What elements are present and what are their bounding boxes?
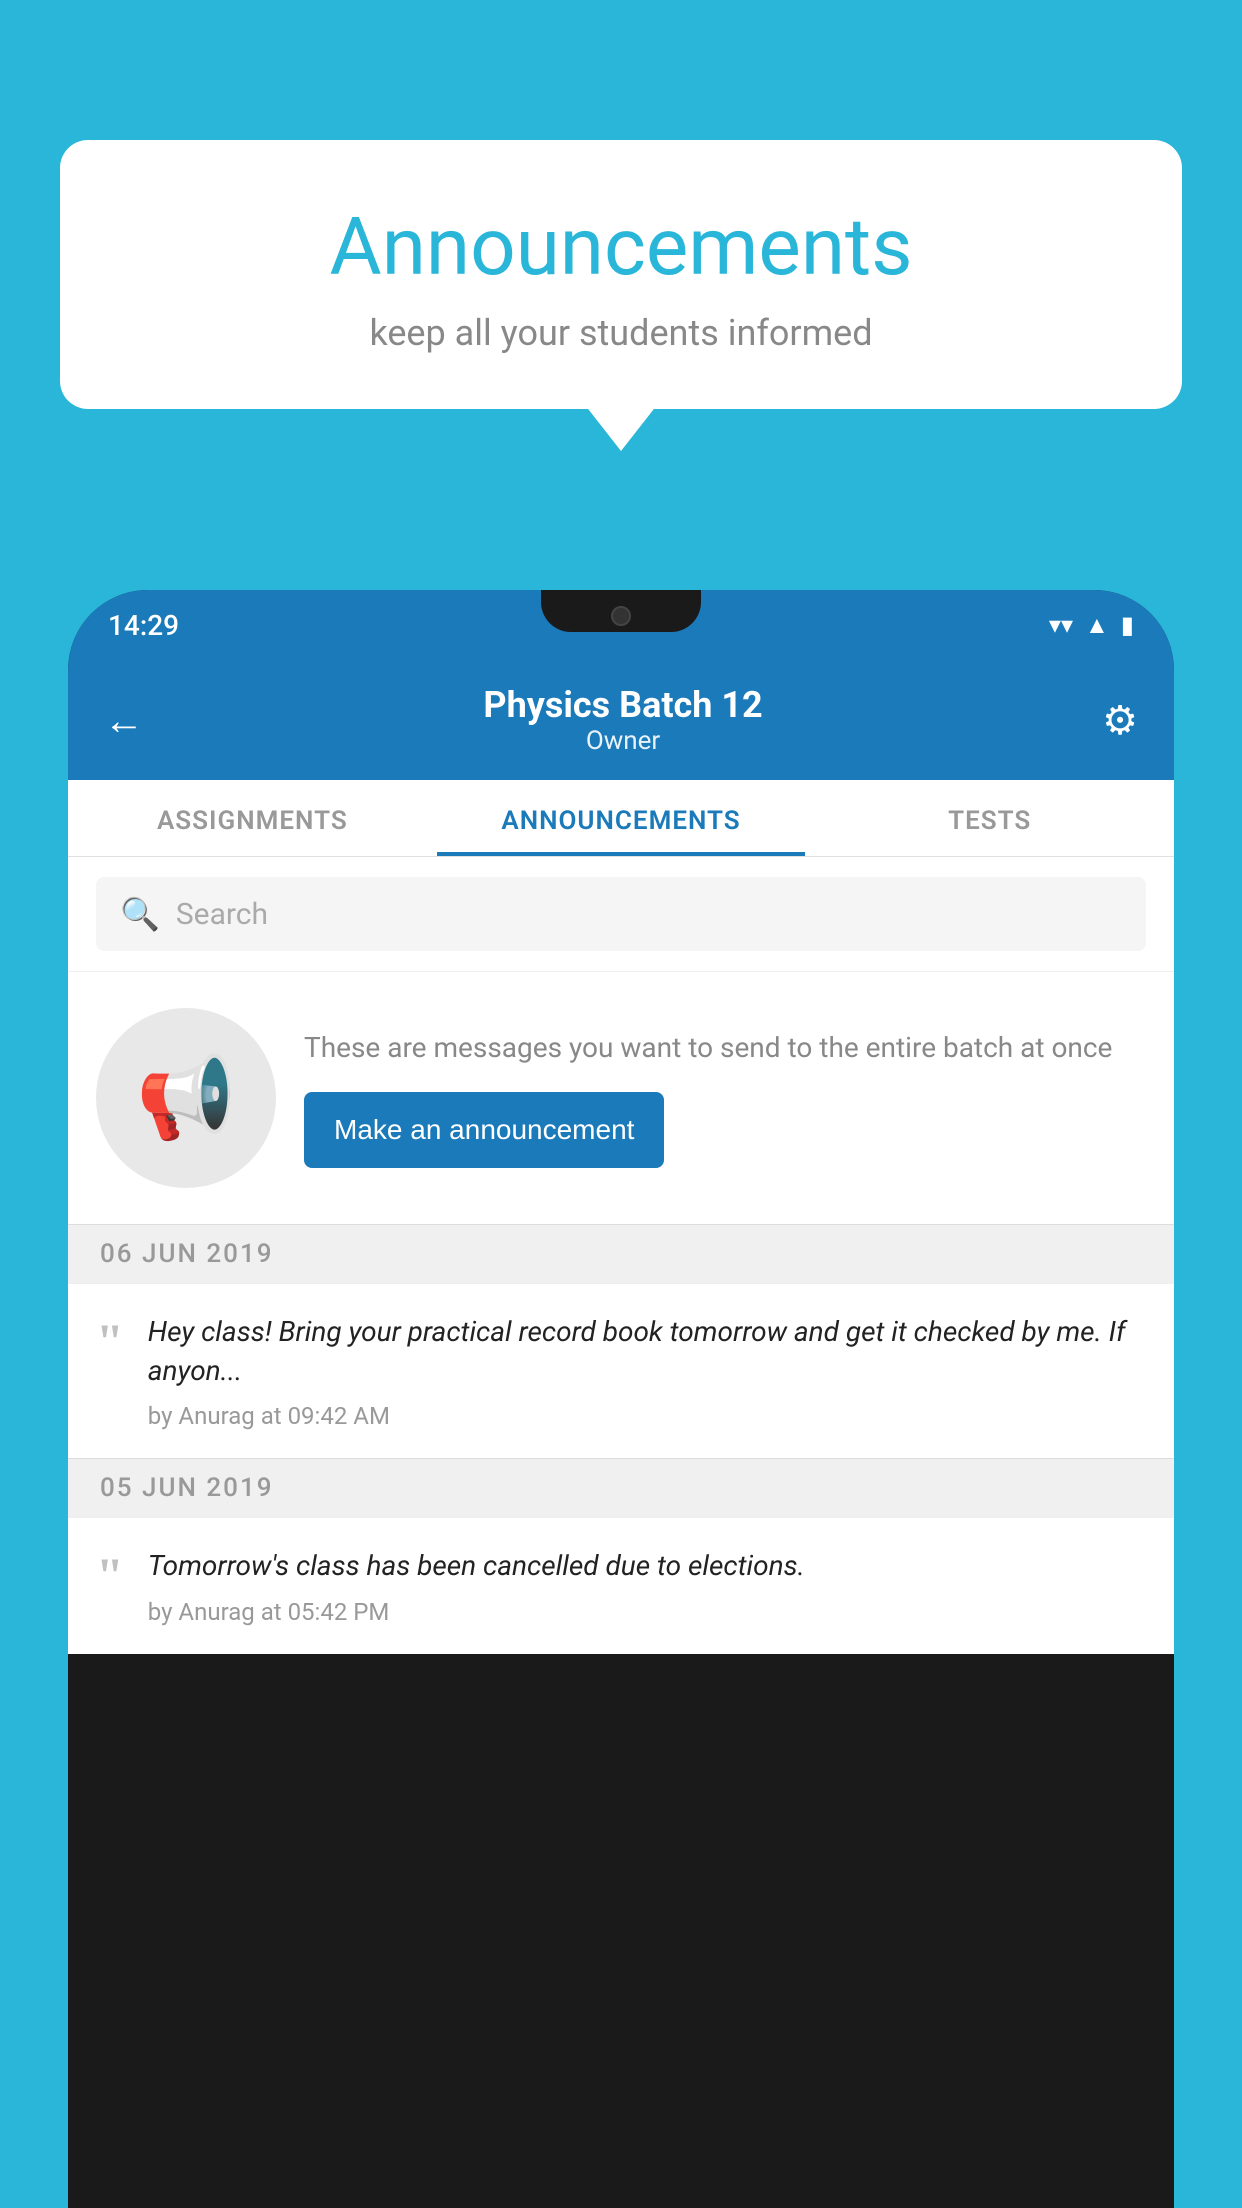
quote-icon-2: " bbox=[96, 1550, 124, 1600]
phone-mockup: 14:29 ▾▾ ▲ ▮ ← Physics Batch 12 Owner ⚙ … bbox=[68, 590, 1174, 2208]
announcement-item-2[interactable]: " Tomorrow's class has been cancelled du… bbox=[68, 1517, 1174, 1653]
announcement-content-1: Hey class! Bring your practical record b… bbox=[148, 1312, 1146, 1430]
date-separator-1: 06 JUN 2019 bbox=[68, 1224, 1174, 1283]
tab-bar: ASSIGNMENTS ANNOUNCEMENTS TESTS bbox=[68, 780, 1174, 857]
empty-content: These are messages you want to send to t… bbox=[304, 1028, 1146, 1167]
back-button[interactable]: ← bbox=[104, 697, 144, 744]
batch-title: Physics Batch 12 bbox=[483, 684, 762, 726]
announcement-text-2: Tomorrow's class has been cancelled due … bbox=[148, 1546, 1146, 1585]
speech-bubble-area: Announcements keep all your students inf… bbox=[60, 140, 1182, 409]
status-bar: 14:29 ▾▾ ▲ ▮ bbox=[68, 590, 1174, 660]
announcement-item-1[interactable]: " Hey class! Bring your practical record… bbox=[68, 1283, 1174, 1458]
announcement-icon-circle: 📢 bbox=[96, 1008, 276, 1188]
status-time: 14:29 bbox=[108, 609, 179, 642]
signal-icon: ▲ bbox=[1085, 611, 1109, 640]
status-icons: ▾▾ ▲ ▮ bbox=[1049, 611, 1134, 640]
tab-tests[interactable]: TESTS bbox=[805, 780, 1174, 856]
search-bar[interactable]: 🔍 Search bbox=[96, 877, 1146, 951]
battery-icon: ▮ bbox=[1121, 611, 1134, 639]
date-separator-2: 05 JUN 2019 bbox=[68, 1458, 1174, 1517]
phone-outer: 14:29 ▾▾ ▲ ▮ ← Physics Batch 12 Owner ⚙ … bbox=[68, 590, 1174, 2208]
announcement-text-1: Hey class! Bring your practical record b… bbox=[148, 1312, 1146, 1390]
search-placeholder: Search bbox=[176, 897, 268, 932]
user-role: Owner bbox=[483, 726, 762, 756]
search-icon: 🔍 bbox=[120, 895, 160, 933]
quote-icon-1: " bbox=[96, 1316, 124, 1366]
settings-icon[interactable]: ⚙ bbox=[1102, 697, 1138, 744]
tab-assignments[interactable]: ASSIGNMENTS bbox=[68, 780, 437, 856]
speech-bubble-subtitle: keep all your students informed bbox=[140, 312, 1102, 354]
announcement-content-2: Tomorrow's class has been cancelled due … bbox=[148, 1546, 1146, 1625]
speech-bubble: Announcements keep all your students inf… bbox=[60, 140, 1182, 409]
tab-announcements[interactable]: ANNOUNCEMENTS bbox=[437, 780, 806, 856]
search-container: 🔍 Search bbox=[68, 857, 1174, 971]
app-header: ← Physics Batch 12 Owner ⚙ bbox=[68, 660, 1174, 780]
notch bbox=[541, 590, 701, 632]
speech-bubble-title: Announcements bbox=[140, 200, 1102, 294]
front-camera bbox=[611, 606, 631, 626]
announcement-meta-1: by Anurag at 09:42 AM bbox=[148, 1402, 1146, 1430]
wifi-icon: ▾▾ bbox=[1049, 611, 1073, 639]
make-announcement-button[interactable]: Make an announcement bbox=[304, 1092, 664, 1168]
announcement-meta-2: by Anurag at 05:42 PM bbox=[148, 1598, 1146, 1626]
empty-description: These are messages you want to send to t… bbox=[304, 1028, 1146, 1067]
header-center: Physics Batch 12 Owner bbox=[483, 684, 762, 756]
megaphone-icon: 📢 bbox=[136, 1051, 236, 1145]
empty-state: 📢 These are messages you want to send to… bbox=[68, 971, 1174, 1224]
